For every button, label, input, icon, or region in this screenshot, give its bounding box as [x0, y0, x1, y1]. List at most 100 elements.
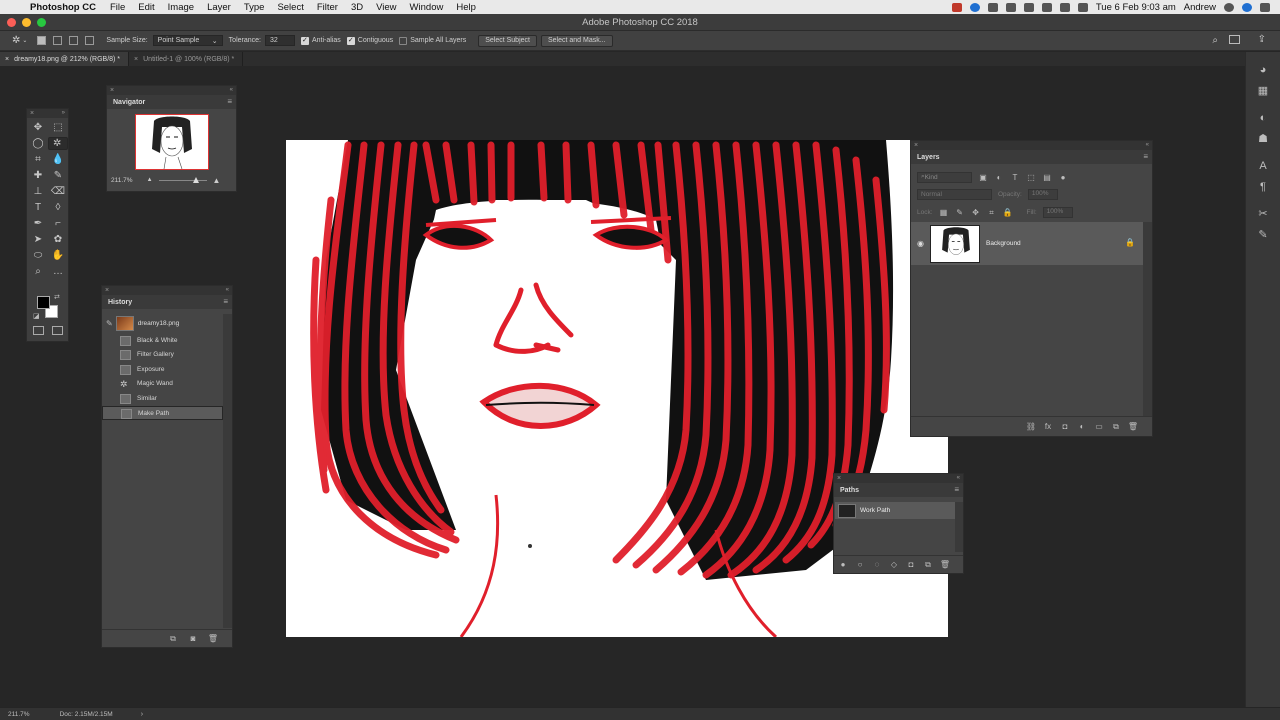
adjustment-layer-filter-icon[interactable]: ◐ [994, 172, 1004, 182]
subtract-from-selection-icon[interactable] [69, 36, 79, 45]
move-tool-icon[interactable]: ✥ [28, 121, 48, 134]
brush-settings-icon[interactable]: ✎ [1257, 229, 1269, 241]
menu-window[interactable]: Window [410, 2, 444, 13]
type-tool-icon[interactable]: T [28, 201, 48, 214]
notification-center-icon[interactable] [1260, 2, 1270, 12]
lock-all-icon[interactable]: 🔒 [1003, 208, 1013, 218]
menu-file[interactable]: File [110, 2, 125, 13]
close-panel-icon[interactable]: × [30, 109, 34, 118]
fill-input[interactable]: 100% [1042, 207, 1073, 218]
navigator-thumbnail[interactable] [135, 114, 209, 170]
add-to-selection-icon[interactable] [53, 36, 63, 45]
zoom-tool-icon[interactable]: ⌕ [28, 265, 48, 278]
user-name[interactable]: Andrew [1184, 2, 1216, 13]
shape-layer-filter-icon[interactable]: ⬚ [1026, 172, 1036, 182]
tab-dreamy18[interactable]: × dreamy18.png @ 212% (RGB/8) * [0, 52, 130, 66]
dropbox-icon[interactable] [987, 2, 998, 12]
quick-mask-icon[interactable] [33, 326, 44, 335]
clock[interactable]: Tue 6 Feb 9:03 am [1096, 2, 1176, 13]
add-mask-icon[interactable]: ◘ [906, 560, 916, 570]
history-state-selected[interactable]: Make Path [102, 405, 223, 421]
close-tab-icon[interactable]: × [5, 56, 9, 63]
layer-name[interactable]: Background [986, 240, 1021, 247]
character-icon[interactable]: A [1257, 160, 1269, 172]
trash-icon[interactable]: 🗑 [208, 634, 218, 644]
app-menu[interactable]: Photoshop CC [30, 2, 96, 13]
close-panel-icon[interactable]: × [105, 286, 109, 295]
search-icon[interactable]: ⌕ [1212, 35, 1218, 46]
lock-transparent-pixels-icon[interactable]: ▦ [939, 208, 949, 218]
color-icon[interactable]: ◕ [1257, 64, 1269, 76]
hand-tool-icon[interactable]: ✋ [48, 249, 68, 262]
volume-icon[interactable] [1059, 2, 1070, 12]
menu-select[interactable]: Select [277, 2, 303, 13]
fx-icon[interactable]: fx [1043, 422, 1053, 432]
layer-filter-kind-select[interactable]: ⌕ Kind [917, 171, 972, 183]
menu-3d[interactable]: 3D [351, 2, 363, 13]
select-subject-button[interactable]: Select Subject [478, 34, 537, 47]
eraser-tool-icon[interactable]: ⌫ [48, 185, 68, 198]
history-state[interactable]: Black & White [102, 334, 223, 348]
prevent-autonest-icon[interactable]: ⌗ [987, 208, 997, 218]
select-and-mask-button[interactable]: Select and Mask... [540, 34, 613, 47]
wifi-icon[interactable] [1041, 2, 1052, 12]
menu-help[interactable]: Help [456, 2, 476, 13]
direct-selection-tool-icon[interactable]: ➤ [28, 233, 48, 246]
path-row-work-path[interactable]: Work Path [835, 502, 955, 519]
tab-untitled-1[interactable]: × Untitled-1 @ 100% (RGB/8) * [129, 52, 244, 66]
link-layers-icon[interactable]: ⛓ [1026, 422, 1036, 432]
blur-tool-icon[interactable]: ◊ [48, 201, 68, 214]
crop-tool-icon[interactable]: ⌗ [28, 153, 48, 166]
collapse-panel-icon[interactable]: « [957, 474, 960, 483]
panel-menu-icon[interactable]: ≡ [223, 297, 228, 306]
trash-icon[interactable]: 🗑 [940, 560, 950, 570]
lasso-tool-icon[interactable]: ◯ [28, 137, 48, 150]
zoom-out-icon[interactable]: ▲ [147, 177, 153, 183]
history-brush-icon[interactable]: ✎ [106, 319, 113, 328]
eyedropper-tool-icon[interactable]: 💧 [48, 153, 68, 166]
history-state[interactable]: ✲ Magic Wand [102, 377, 223, 391]
camera-icon[interactable]: ◙ [188, 634, 198, 644]
panel-menu-icon[interactable]: ≡ [954, 485, 959, 494]
foreground-color-swatch-top[interactable] [37, 296, 50, 309]
collapse-panel-icon[interactable]: » [62, 109, 65, 118]
magic-wand-tool-preset-icon[interactable]: ✲ [12, 35, 20, 46]
adjustments-icon[interactable]: ◐ [1257, 112, 1269, 124]
opacity-input[interactable]: 100% [1027, 189, 1058, 200]
status-menu-arrow-icon[interactable]: › [141, 711, 143, 718]
spotlight-icon[interactable] [1224, 2, 1234, 12]
blend-mode-select[interactable]: Normal [917, 189, 992, 200]
panel-menu-icon[interactable]: ≡ [227, 97, 232, 106]
new-group-icon[interactable]: ▭ [1094, 422, 1104, 432]
type-layer-filter-icon[interactable]: T [1010, 172, 1020, 182]
stroke-path-icon[interactable]: ○ [855, 560, 865, 570]
lock-position-icon[interactable]: ✥ [971, 208, 981, 218]
panel-menu-icon[interactable]: ≡ [1143, 152, 1148, 161]
contiguous-checkbox[interactable]: ✓ Contiguous [346, 36, 393, 45]
new-document-from-state-icon[interactable]: ⧉ [168, 634, 178, 644]
tool-presets-icon[interactable]: ✂ [1257, 208, 1269, 220]
new-path-icon[interactable]: ⧉ [923, 560, 933, 570]
pixel-layer-filter-icon[interactable]: ▣ [978, 172, 988, 182]
default-colors-icon[interactable]: ◪ [33, 312, 40, 320]
siri-icon[interactable] [1242, 2, 1252, 12]
menu-view[interactable]: View [376, 2, 396, 13]
new-layer-icon[interactable]: ⧉ [1111, 422, 1121, 432]
lock-icon[interactable]: 🔒 [1125, 238, 1135, 247]
share-icon[interactable]: ⇪ [1258, 34, 1266, 45]
menu-filter[interactable]: Filter [317, 2, 338, 13]
workspace-icon[interactable] [1229, 35, 1240, 44]
layers-scrollbar[interactable] [1143, 222, 1152, 417]
collapse-panel-icon[interactable]: « [230, 86, 233, 95]
clone-stamp-tool-icon[interactable]: ⊥ [28, 185, 48, 198]
sample-all-layers-checkbox[interactable]: Sample All Layers [399, 36, 466, 45]
pen-tool-icon[interactable]: ✒ [28, 217, 48, 230]
path-selection-tool-icon[interactable]: ⌐ [48, 217, 68, 230]
layer-row-background[interactable]: ◉ Background 🔒 [911, 222, 1143, 265]
navigator-zoom-value[interactable]: 211.7% [111, 177, 133, 184]
history-state[interactable]: Filter Gallery [102, 348, 223, 362]
close-tab-icon[interactable]: × [134, 56, 138, 63]
screen-mode-icon[interactable] [52, 326, 63, 335]
zoom-slider[interactable] [158, 176, 207, 183]
zoom-in-icon[interactable]: ▲ [213, 176, 221, 185]
